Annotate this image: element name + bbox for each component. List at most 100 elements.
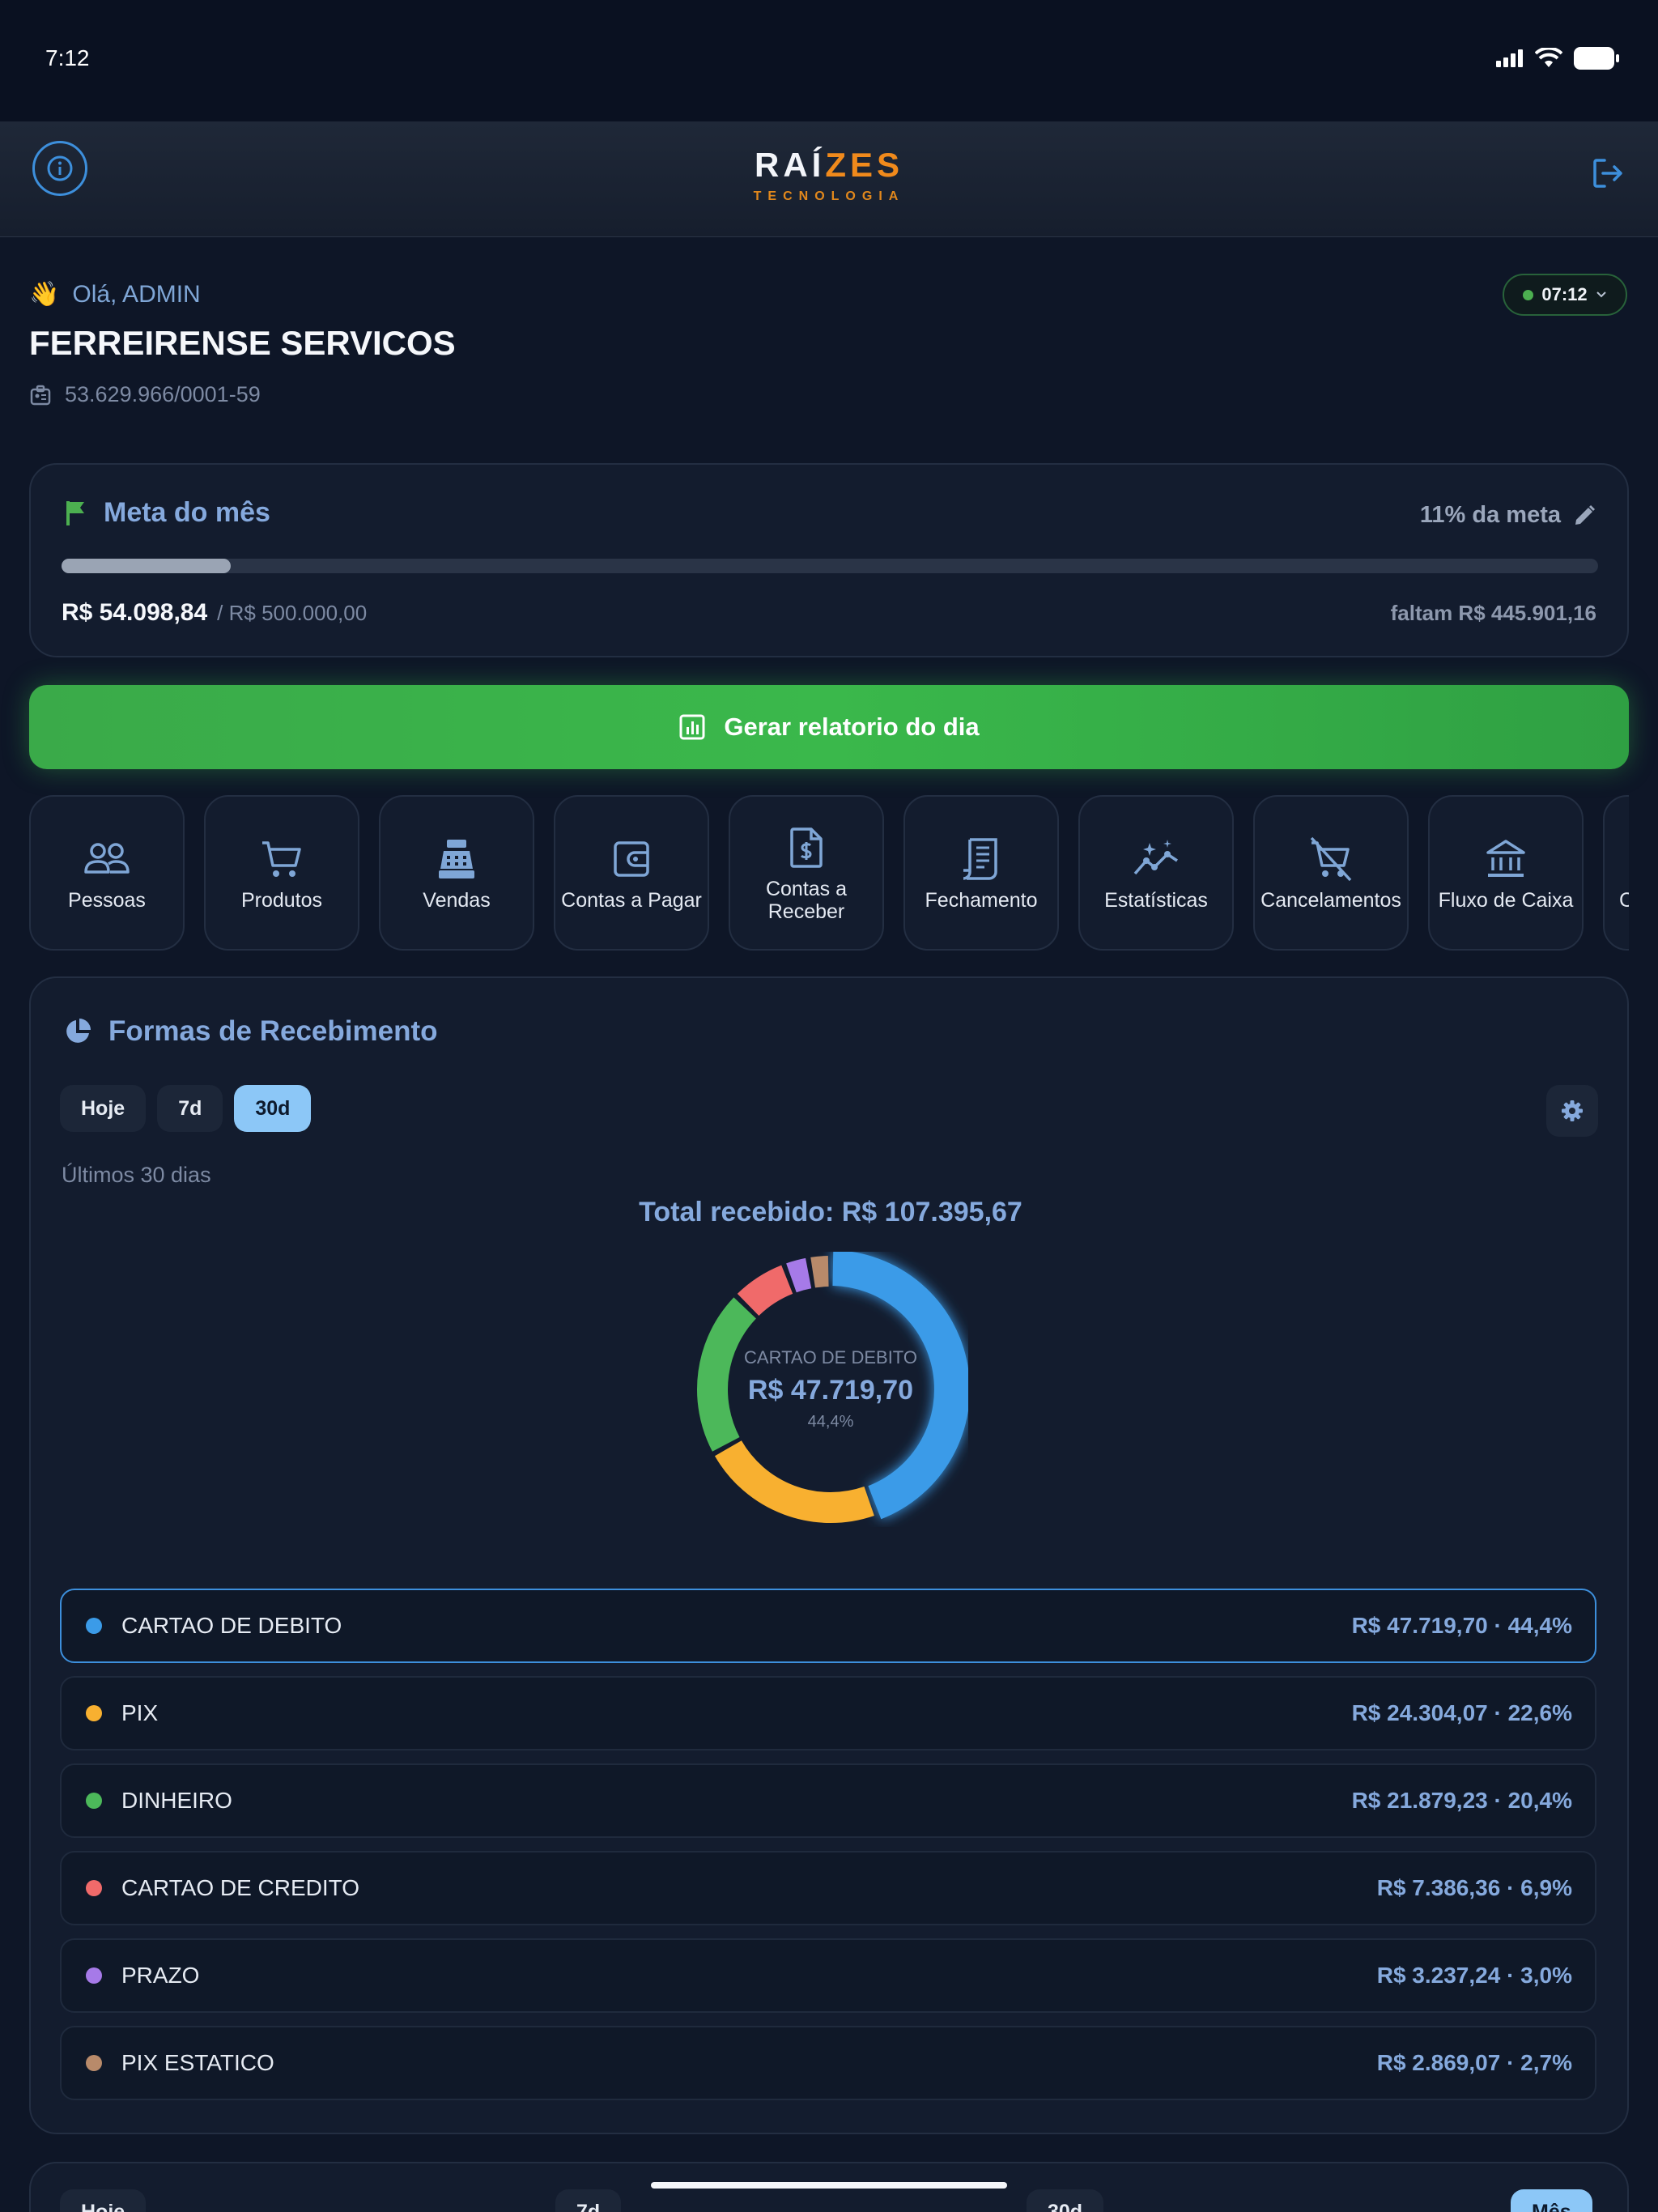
gear-icon <box>1562 1100 1583 1121</box>
payment-methods-title: Formas de Recebimento <box>63 1015 438 1048</box>
shortcut-label: Contas a Pagar <box>561 889 702 912</box>
legend-dot <box>86 1967 102 1984</box>
people-icon <box>84 843 130 874</box>
filter-7d[interactable]: 7d <box>157 1085 223 1132</box>
legend-row-dinheiro[interactable]: DINHEIRO R$ 21.879,23 · 20,4% <box>60 1763 1596 1838</box>
signal-icon <box>1496 49 1523 67</box>
legend-value: R$ 21.879,23 · 20,4% <box>1351 1788 1572 1813</box>
id-card-icon <box>30 385 51 405</box>
legend-value: R$ 24.304,07 · 22,6% <box>1351 1700 1572 1725</box>
total-received: Total recebido: R$ 107.395,67 <box>639 1197 1022 1227</box>
filter-30d[interactable]: 30d <box>234 1085 312 1132</box>
shortcut-contas-pagar[interactable]: Contas a Pagar <box>554 795 709 951</box>
shortcut-label: Produtos <box>240 889 323 912</box>
shortcut-fluxo-caixa[interactable]: Fluxo de Caixa <box>1428 795 1584 951</box>
legend-name: PRAZO <box>121 1963 200 1988</box>
goal-progress-track <box>62 559 1598 573</box>
generate-report-button[interactable]: Gerar relatorio do dia <box>29 685 1629 769</box>
period-label: Últimos 30 dias <box>62 1163 211 1187</box>
flag-icon <box>66 500 84 525</box>
clock-badge[interactable]: 07:12 <box>1503 274 1627 316</box>
legend-dot <box>86 1705 102 1721</box>
donut-chart[interactable]: CARTAO DE DEBITO R$ 47.719,70 44,4% <box>693 1250 970 1527</box>
legend-row-prazo[interactable]: PRAZO R$ 3.237,24 · 3,0% <box>60 1938 1596 2013</box>
shortcut-label: Contas a Receber <box>765 878 848 923</box>
payment-legend: CARTAO DE DEBITO R$ 47.719,70 · 44,4% PI… <box>60 1589 1596 2113</box>
goal-card: Meta do mês 11% da meta R$ 54.098,84 / R… <box>29 463 1629 657</box>
legend-dot <box>86 2055 102 2071</box>
wallet-icon <box>614 841 649 877</box>
donut-center: CARTAO DE DEBITO R$ 47.719,70 44,4% <box>693 1252 968 1527</box>
home-indicator <box>651 2182 1007 2189</box>
wifi-icon <box>1535 48 1562 67</box>
bottom-filter-30d[interactable]: 30d <box>1027 2189 1104 2212</box>
cart-off-icon <box>1310 836 1352 882</box>
status-icons <box>1496 47 1619 70</box>
donut-center-percent: 44,4% <box>807 1413 854 1431</box>
goal-current: R$ 54.098,84 <box>62 599 208 626</box>
legend-name: PIX <box>121 1700 159 1725</box>
wave-icon: 👋 <box>29 281 60 308</box>
legend-name: DINHEIRO <box>121 1788 232 1813</box>
payment-methods-title-text: Formas de Recebimento <box>108 1015 438 1047</box>
goal-values: R$ 54.098,84 / R$ 500.000,00 <box>62 599 367 627</box>
filter-hoje[interactable]: Hoje <box>60 1085 147 1132</box>
shortcut-label: Vendas <box>423 889 491 912</box>
greeting-text: Olá, ADMIN <box>72 280 201 308</box>
logout-icon <box>1593 159 1622 188</box>
shortcut-produtos[interactable]: Produtos <box>204 795 359 951</box>
shortcut-label: Pessoas <box>68 889 146 912</box>
bottom-filter-7d[interactable]: 7d <box>555 2189 622 2212</box>
shortcut-partial[interactable]: C <box>1603 795 1629 951</box>
bottom-filter-mes[interactable]: Mês <box>1511 2189 1592 2212</box>
legend-name: CARTAO DE DEBITO <box>121 1613 342 1638</box>
legend-row-pix-estatico[interactable]: PIX ESTATICO R$ 2.869,07 · 2,7% <box>60 2026 1596 2100</box>
goal-target: / R$ 500.000,00 <box>217 601 368 625</box>
shortcut-fechamento[interactable]: Fechamento <box>903 795 1059 951</box>
bank-icon <box>1486 840 1525 877</box>
legend-value: R$ 7.386,36 · 6,9% <box>1376 1875 1572 1900</box>
legend-dot <box>86 1880 102 1896</box>
online-dot <box>1523 289 1534 300</box>
settings-button[interactable] <box>1546 1085 1598 1137</box>
invoice-icon <box>790 827 823 868</box>
legend-value: R$ 47.719,70 · 44,4% <box>1351 1613 1572 1638</box>
logo-text-1: RAÍ <box>754 146 826 184</box>
shortcut-cancelamentos[interactable]: Cancelamentos <box>1253 795 1409 951</box>
shortcut-row: Pessoas Produtos Vendas Contas a Pagar C… <box>29 795 1629 951</box>
legend-value: R$ 3.237,24 · 3,0% <box>1376 1963 1572 1988</box>
shortcut-pessoas[interactable]: Pessoas <box>29 795 185 951</box>
logout-button[interactable] <box>1590 155 1626 195</box>
stats-icon <box>1133 840 1178 875</box>
clock-text: 07:12 <box>1541 284 1588 304</box>
report-chart-icon <box>679 714 705 740</box>
chevron-down-icon <box>1596 291 1606 298</box>
shortcut-label: C <box>1619 889 1629 912</box>
goal-percent-text: 11% da meta <box>1419 502 1561 528</box>
logo-text-2: ZES <box>825 146 904 184</box>
legend-row-debito[interactable]: CARTAO DE DEBITO R$ 47.719,70 · 44,4% <box>60 1589 1596 1663</box>
logo-subtitle: TECNOLOGIA <box>753 189 905 203</box>
legend-name: PIX ESTATICO <box>121 2050 274 2075</box>
legend-row-credito[interactable]: CARTAO DE CREDITO R$ 7.386,36 · 6,9% <box>60 1851 1596 1925</box>
goal-percent[interactable]: 11% da meta <box>1420 502 1596 529</box>
receipt-icon <box>963 838 997 880</box>
legend-dot <box>86 1618 102 1634</box>
cash-register-icon <box>439 840 474 878</box>
period-filters: Hoje 7d 30d <box>60 1085 312 1132</box>
shortcut-vendas[interactable]: Vendas <box>379 795 534 951</box>
pie-chart-icon <box>66 1019 91 1043</box>
shortcut-estatisticas[interactable]: Estatísticas <box>1078 795 1234 951</box>
shortcut-label: Fechamento <box>925 889 1038 912</box>
payment-methods-card: Formas de Recebimento Hoje 7d 30d Último… <box>29 976 1629 2134</box>
edit-icon <box>1575 504 1596 525</box>
shortcut-label: Fluxo de Caixa <box>1438 889 1574 912</box>
cnpj-text: 53.629.966/0001-59 <box>65 382 261 406</box>
legend-row-pix[interactable]: PIX R$ 24.304,07 · 22,6% <box>60 1676 1596 1750</box>
greeting: 👋 Olá, ADMIN <box>29 280 201 308</box>
bottom-filter-hoje[interactable]: Hoje <box>60 2189 147 2212</box>
goal-progress-fill <box>62 559 231 573</box>
donut-center-value: R$ 47.719,70 <box>747 1375 914 1406</box>
shortcut-contas-receber[interactable]: Contas a Receber <box>729 795 884 951</box>
legend-name: CARTAO DE CREDITO <box>121 1875 360 1900</box>
